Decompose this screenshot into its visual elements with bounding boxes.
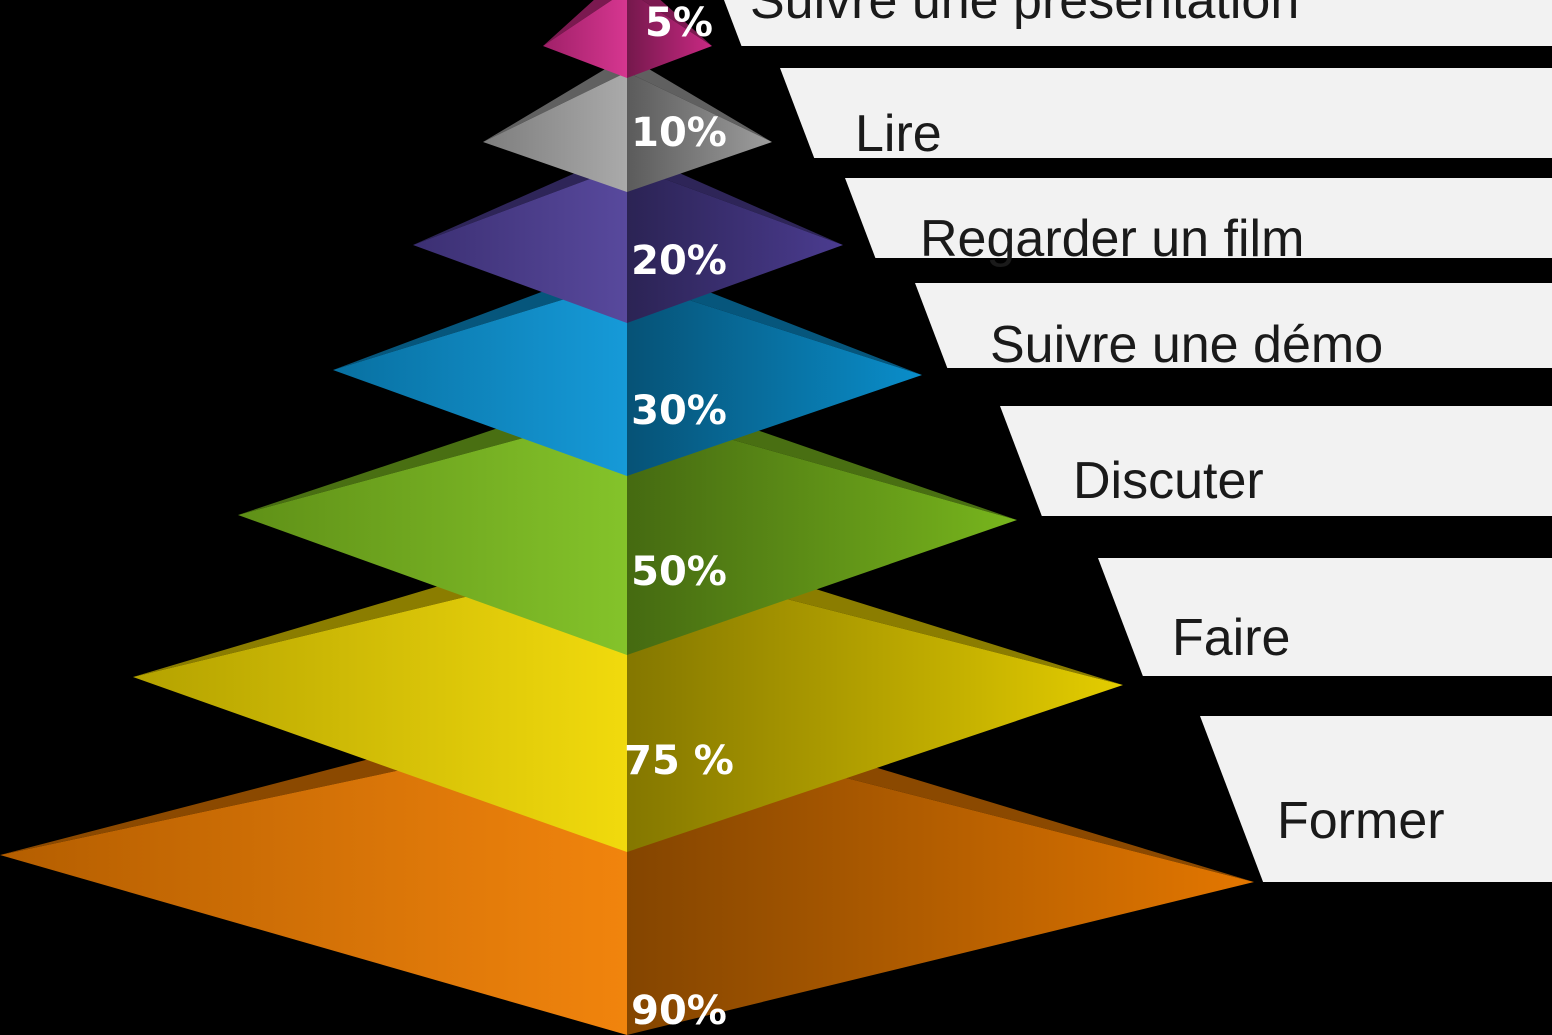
learning-pyramid-diagram: Suivre une présentation Lire Regarder un f… bbox=[0, 0, 1552, 1035]
level-percent: 10% bbox=[631, 110, 727, 156]
level-label: Former bbox=[1277, 792, 1445, 850]
level-label: Suivre une démo bbox=[990, 316, 1383, 374]
level-percent: 90% bbox=[631, 988, 727, 1034]
level-percent: 75 % bbox=[624, 738, 734, 784]
pyramid-layer-left-face bbox=[483, 72, 627, 192]
pyramid-layer-left-face bbox=[413, 165, 627, 323]
level-percent: 50% bbox=[631, 549, 727, 595]
level-label: Lire bbox=[855, 105, 942, 163]
level-label: Faire bbox=[1172, 609, 1290, 667]
label-box bbox=[1098, 558, 1552, 676]
level-percent: 5% bbox=[645, 0, 713, 46]
level-label: Regarder un film bbox=[920, 210, 1304, 268]
level-label: Discuter bbox=[1073, 452, 1264, 510]
level-label: Suivre une présentation bbox=[750, 0, 1299, 30]
level-percent: 30% bbox=[631, 388, 727, 434]
learning-pyramid: Suivre une présentation Lire Regarder un f… bbox=[0, 0, 1552, 1035]
level-percent: 20% bbox=[631, 238, 727, 284]
